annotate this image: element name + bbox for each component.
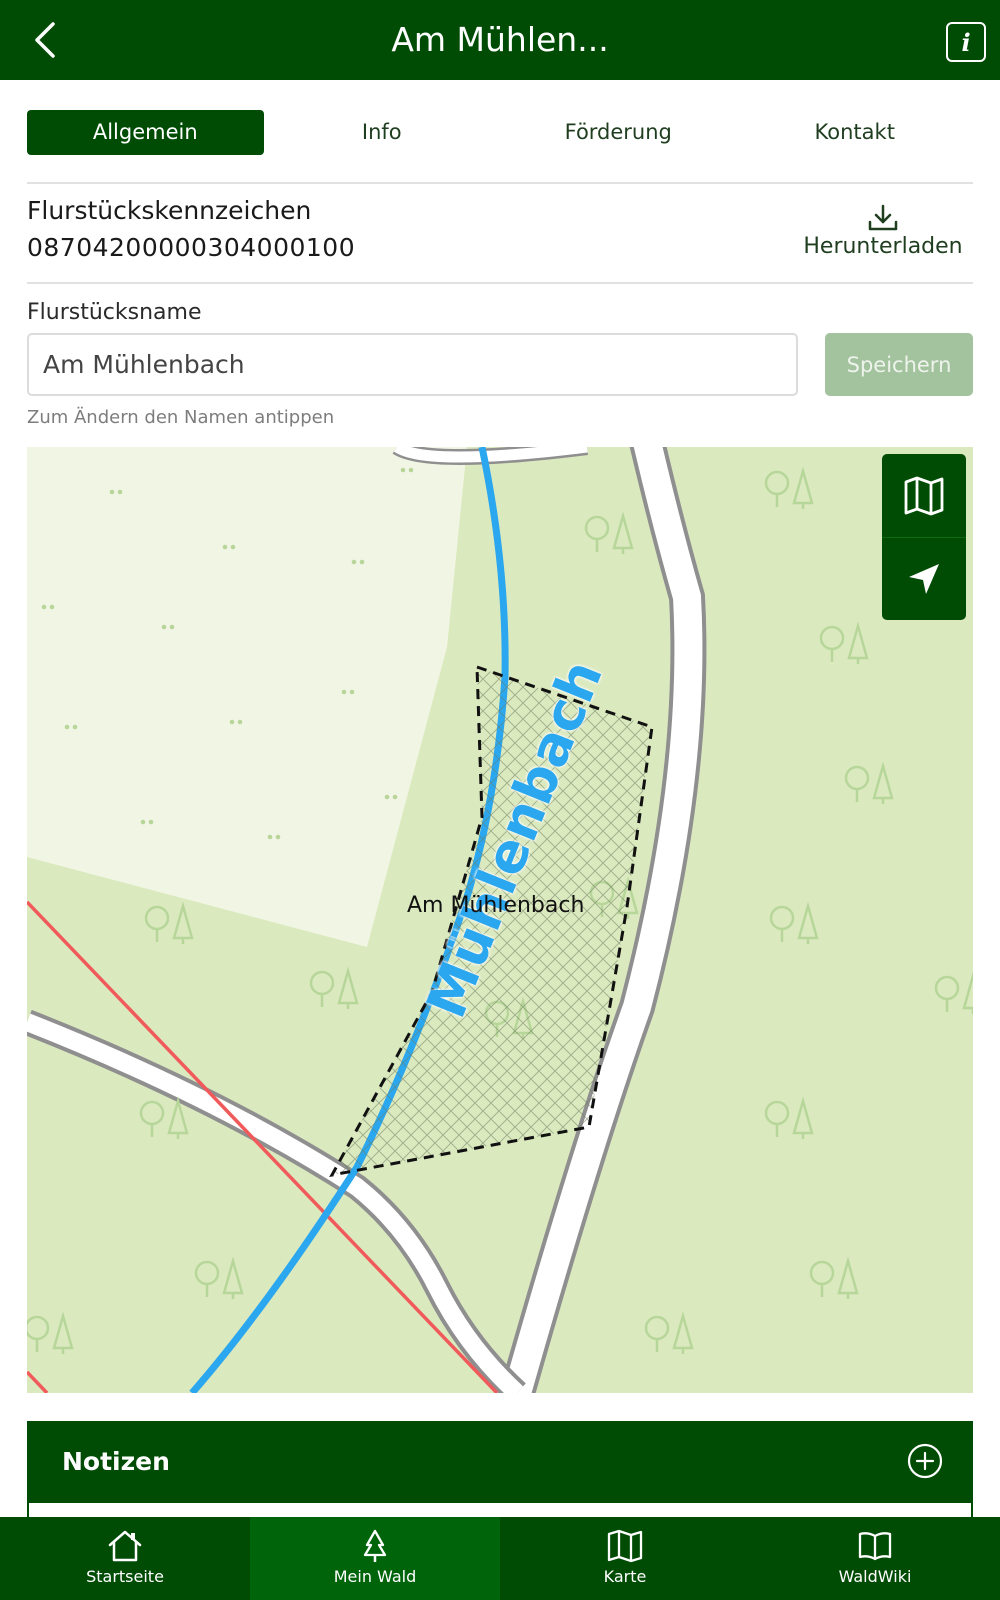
parcel-id-value: 08704200000304000100 xyxy=(27,233,356,262)
tab-foerderung[interactable]: Förderung xyxy=(500,110,737,155)
nav-waldwiki[interactable]: WaldWiki xyxy=(750,1517,1000,1600)
tab-info[interactable]: Info xyxy=(264,110,501,155)
bottom-nav: Startseite Mein Wald Karte WaldWiki xyxy=(0,1517,1000,1600)
download-icon xyxy=(868,204,898,231)
locate-button[interactable] xyxy=(882,537,966,620)
nav-startseite[interactable]: Startseite xyxy=(0,1517,250,1600)
notes-header[interactable]: Notizen xyxy=(27,1421,973,1503)
name-hint: Zum Ändern den Namen antippen xyxy=(27,407,335,428)
back-button[interactable] xyxy=(22,14,66,66)
divider xyxy=(27,282,973,284)
info-icon: i xyxy=(961,27,971,57)
tab-bar: Allgemein Info Förderung Kontakt xyxy=(27,110,973,155)
nav-label: Startseite xyxy=(86,1567,164,1586)
map-controls xyxy=(882,454,966,620)
map-icon xyxy=(607,1529,643,1563)
save-button[interactable]: Speichern xyxy=(825,333,973,396)
divider xyxy=(27,182,973,184)
parcel-name-input[interactable] xyxy=(27,333,798,396)
parcel-name-label: Flurstücksname xyxy=(27,300,202,325)
notes-title: Notizen xyxy=(62,1447,170,1476)
parcel-map-label: Am Mühlenbach xyxy=(407,893,585,918)
map-layers-icon xyxy=(904,476,944,515)
tab-kontakt[interactable]: Kontakt xyxy=(737,110,974,155)
book-icon xyxy=(858,1532,892,1561)
chevron-left-icon xyxy=(35,22,55,58)
nav-label: Karte xyxy=(603,1567,647,1586)
download-label: Herunterladen xyxy=(803,234,963,259)
nav-mein-wald[interactable]: Mein Wald xyxy=(250,1517,500,1600)
info-button[interactable]: i xyxy=(946,22,986,62)
nav-label: WaldWiki xyxy=(838,1567,912,1586)
nav-label: Mein Wald xyxy=(333,1567,417,1586)
locate-icon xyxy=(909,564,939,594)
map-layers-button[interactable] xyxy=(882,454,966,537)
add-note-icon[interactable] xyxy=(907,1443,943,1479)
app-header: Am Mühlen... i xyxy=(0,0,1000,80)
notes-body xyxy=(27,1503,973,1517)
nav-karte[interactable]: Karte xyxy=(500,1517,750,1600)
home-icon xyxy=(108,1530,142,1562)
tree-icon xyxy=(363,1529,387,1562)
download-button[interactable]: Herunterladen xyxy=(793,204,973,264)
page-title: Am Mühlen... xyxy=(391,20,609,59)
parcel-id-label: Flurstückskennzeichen xyxy=(27,196,312,225)
parcel-map[interactable]: Mühlenbach Am Mühlenbach xyxy=(27,447,973,1393)
tab-allgemein[interactable]: Allgemein xyxy=(27,110,264,155)
